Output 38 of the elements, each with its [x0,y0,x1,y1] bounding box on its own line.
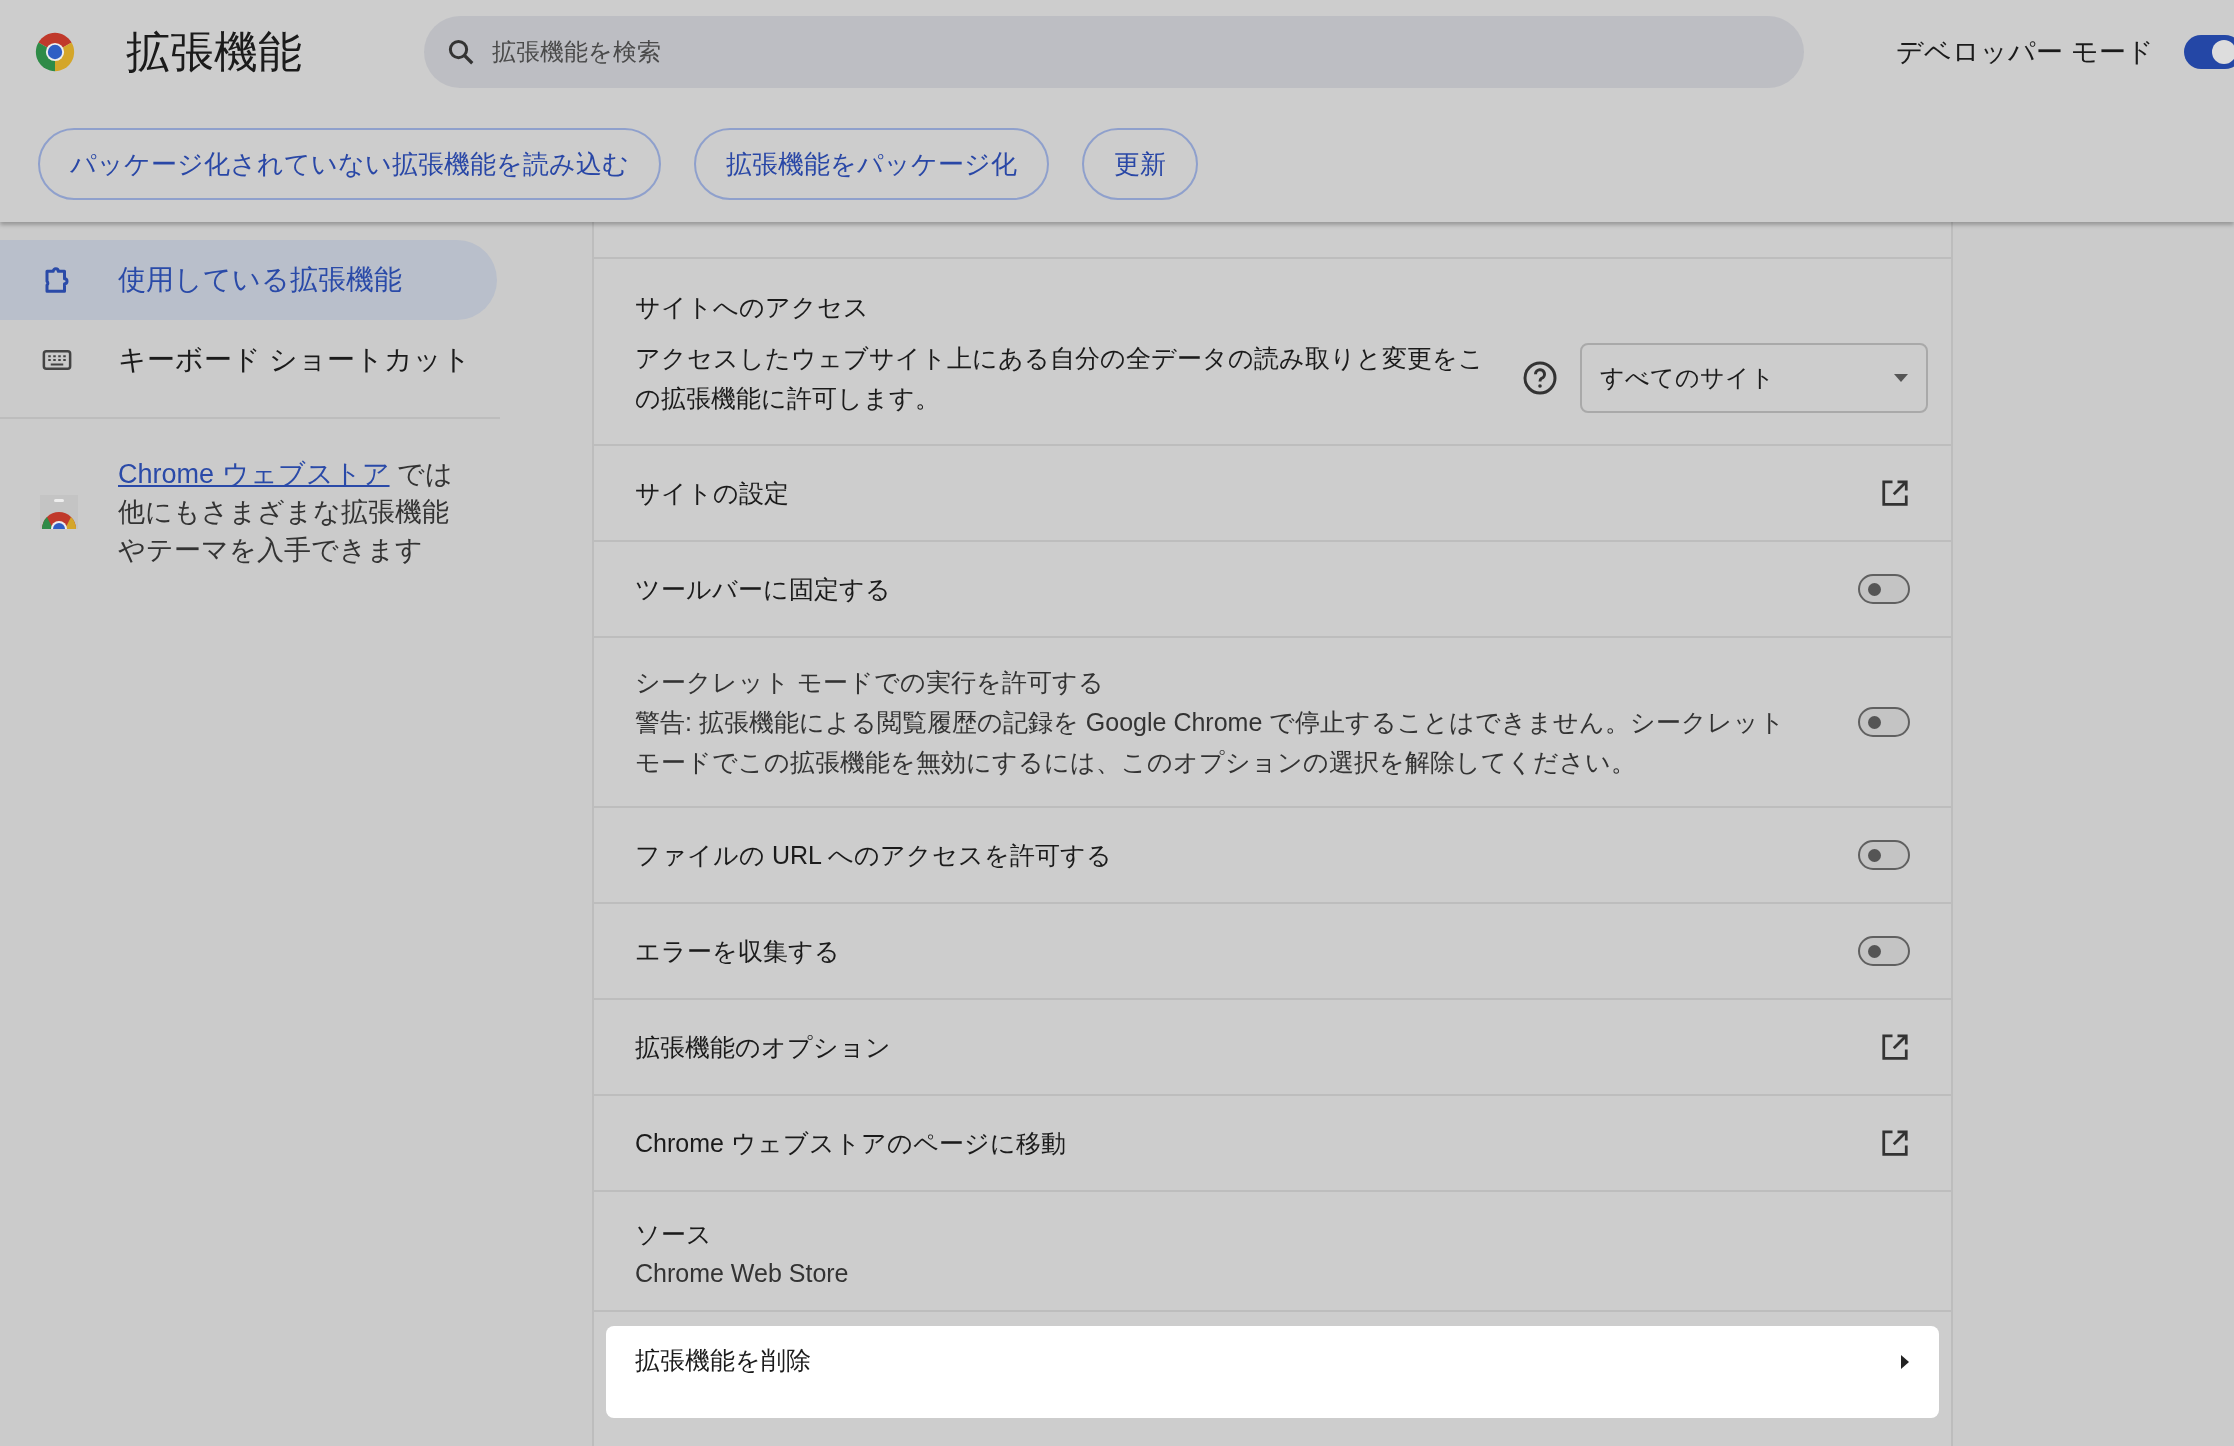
row-label: シークレット モードでの実行を許可する [635,667,1105,698]
help-icon[interactable] [1522,360,1558,396]
toggle-switch[interactable] [1858,574,1910,604]
search-input[interactable]: 拡張機能を検索 [490,37,1804,67]
toggle-switch[interactable] [1858,707,1910,737]
toggle-switch[interactable] [1858,840,1910,870]
external-link-icon[interactable] [1880,478,1910,508]
store-promo-text: Chrome ウェブストア では他にもさまざまな拡張機能やテーマを入手できます [118,458,455,567]
section-title: サイトへのアクセス [635,292,870,323]
row-label: ファイルの URL へのアクセスを許可する [635,840,1113,871]
row-label: ツールバーに固定する [635,574,892,605]
row-label: ソース [635,1219,713,1250]
row-label: エラーを収集する [635,936,841,967]
toggle-switch[interactable] [1858,936,1910,966]
sidebar-item[interactable]: キーボード ショートカット [0,320,497,400]
row-label: サイトの設定 [635,477,790,509]
external-link-icon[interactable] [1880,1032,1910,1062]
web-store-icon [40,495,78,529]
toolbar-button[interactable]: パッケージ化されていない拡張機能を読み込む [38,128,661,200]
search-bar[interactable]: 拡張機能を検索 [424,16,1804,88]
warning-text: 警告: 拡張機能による閲覧履歴の記録を Google Chrome で停止することはできません。シークレットモードでこの拡張機能を無効にするには、このオプションの選択を解除してください。 [635,707,1787,778]
toolbar-button[interactable]: 拡張機能をパッケージ化 [694,128,1049,200]
row-label: 拡張機能のオプション [635,1031,892,1063]
site-access-dropdown[interactable]: すべてのサイト [1580,343,1928,413]
toolbar-button[interactable]: 更新 [1082,128,1198,200]
developer-mode-toggle[interactable] [2184,35,2234,69]
caret-icon [1900,1354,1910,1370]
web-store-link[interactable]: Chrome ウェブストア [118,459,390,489]
developer-mode-label: デベロッパー モード [1896,36,2154,69]
dropdown-arrow-icon [1894,374,1908,382]
search-icon [446,37,476,67]
source-value: Chrome Web Store [635,1259,850,1288]
access-description: アクセスしたウェブサイト上にある自分の全データの読み取りと変更をこの拡張機能に許可します。 [635,343,1485,414]
page-title: 拡張機能 [126,25,303,78]
row-label: Chrome ウェブストアのページに移動 [635,1127,1067,1159]
sidebar-item[interactable]: 使用している拡張機能 [0,240,497,320]
remove-extension-row[interactable]: 拡張機能を削除 [606,1326,1939,1418]
external-link-icon[interactable] [1880,1128,1910,1158]
